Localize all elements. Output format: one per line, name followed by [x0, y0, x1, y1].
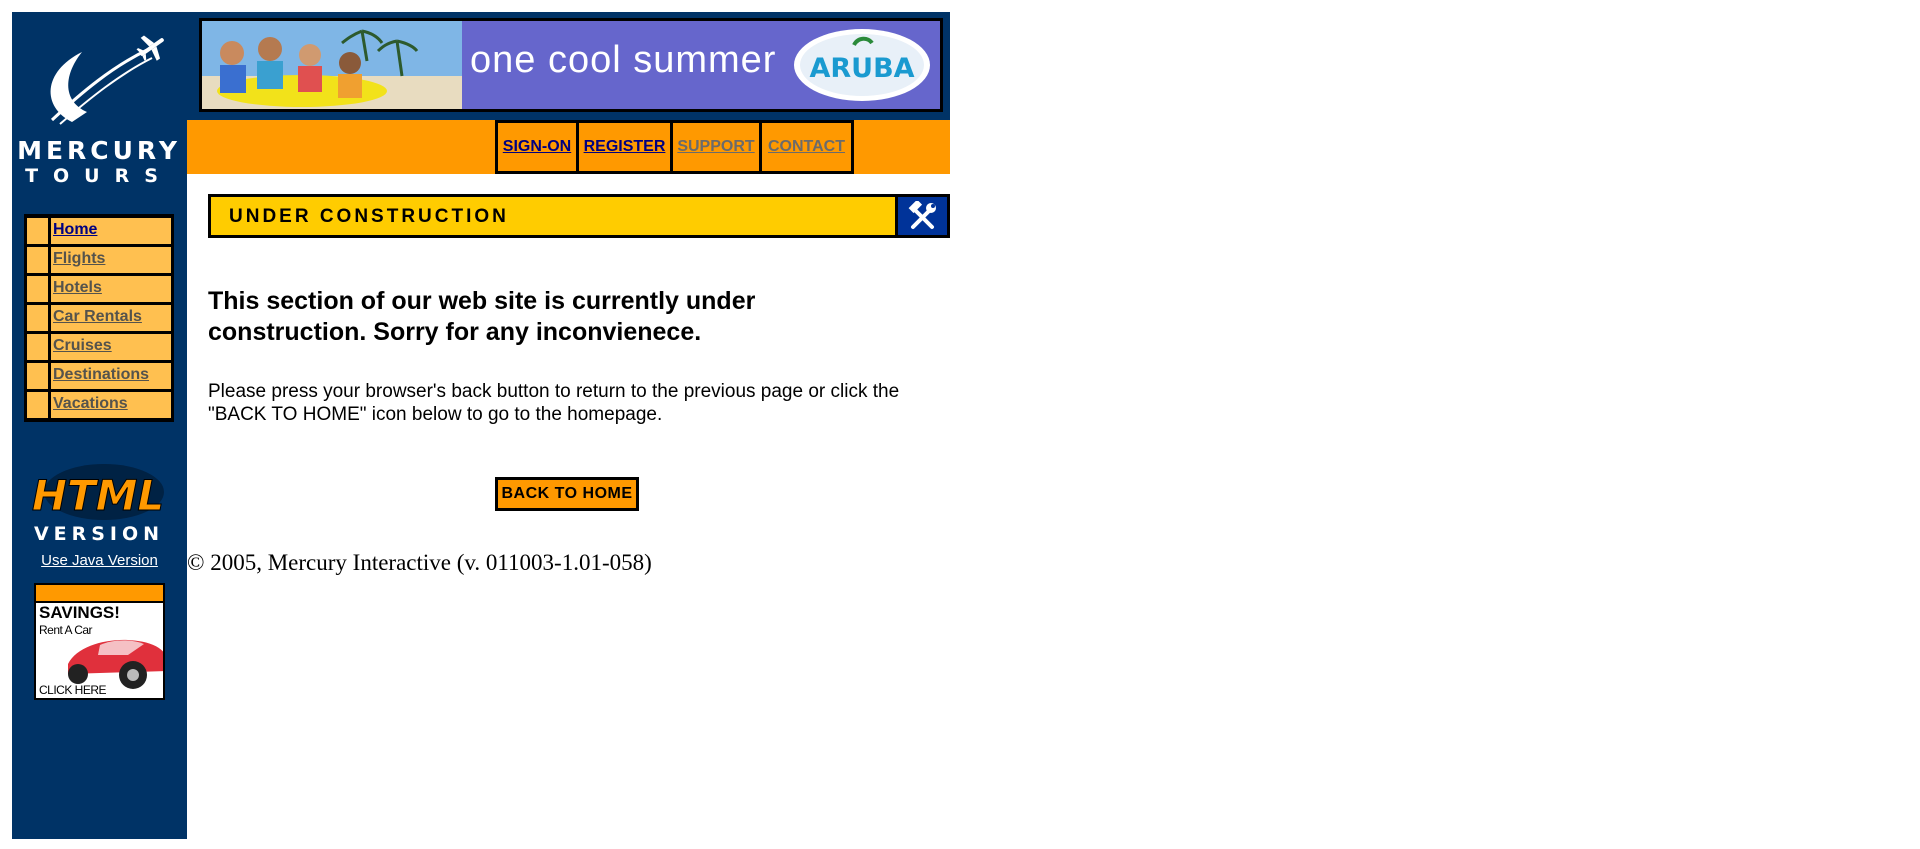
banner-tagline: one cool summer: [470, 39, 777, 81]
logo-line1: MERCURY: [17, 136, 181, 165]
aruba-logo-text: ARUBA: [809, 53, 914, 84]
side-nav-link-car-rentals[interactable]: Car Rentals: [53, 308, 142, 325]
side-nav-row: Vacations: [27, 392, 171, 418]
side-nav-cell: Car Rentals: [51, 305, 171, 331]
side-nav-row: Cruises: [27, 334, 171, 360]
savings-ad-cta: CLICK HERE: [39, 683, 107, 697]
html-version-line2: VERSION: [34, 523, 164, 544]
top-nav-link-register[interactable]: REGISTER: [584, 138, 666, 156]
side-nav-bullet: [27, 334, 48, 360]
side-nav-bullet: [27, 305, 48, 331]
top-nav-cell: REGISTER: [579, 123, 670, 171]
side-nav-cell: Destinations: [51, 363, 171, 389]
savings-ad-body: SAVINGS! Rent A Car CLICK HERE: [36, 603, 163, 698]
top-nav-link-support[interactable]: SUPPORT: [677, 138, 754, 156]
top-nav-cell: SIGN-ON: [498, 123, 576, 171]
instructions-text: Please press your browser's back button …: [208, 381, 900, 425]
side-nav-link-hotels[interactable]: Hotels: [53, 279, 102, 296]
top-nav-cell: CONTACT: [762, 123, 851, 171]
logo-line2: TOURS: [25, 165, 173, 187]
banner-photo: [202, 21, 462, 109]
side-nav-bullet: [27, 363, 48, 389]
top-nav-cell: SUPPORT: [673, 123, 759, 171]
side-nav-link-home[interactable]: Home: [53, 221, 97, 238]
html-version-line1: HTML: [32, 471, 164, 520]
side-nav-link-flights[interactable]: Flights: [53, 250, 105, 267]
side-nav-cell: Vacations: [51, 392, 171, 418]
savings-ad-subtitle: Rent A Car: [39, 623, 93, 637]
left-sidebar: MERCURY TOURS Home Flights Hotels Car Renta…: [12, 12, 187, 839]
side-nav-link-cruises[interactable]: Cruises: [53, 337, 112, 354]
side-nav-link-destinations[interactable]: Destinations: [53, 366, 149, 383]
side-nav-row: Car Rentals: [27, 305, 171, 331]
savings-ad-top-bar: [36, 585, 163, 601]
aruba-logo: ARUBA: [794, 29, 930, 101]
side-nav-cell: Home: [51, 218, 171, 244]
mercury-tours-logo[interactable]: MERCURY TOURS: [12, 12, 187, 192]
back-to-home-label: BACK TO HOME: [498, 480, 636, 508]
side-nav-bullet: [27, 392, 48, 418]
airplane-icon: [136, 35, 164, 61]
top-nav-bar: SIGN-ON REGISTER SUPPORT CONTACT: [187, 120, 950, 174]
side-nav-cell: Flights: [51, 247, 171, 273]
under-construction-title: UNDER CONSTRUCTION: [229, 206, 509, 227]
html-version-badge: HTML VERSION: [31, 452, 167, 545]
side-nav-row: Flights: [27, 247, 171, 273]
under-construction-title-box: UNDER CONSTRUCTION: [211, 197, 895, 235]
banner-inner: one cool summer ARUBA: [202, 21, 940, 109]
side-nav-bullet: [27, 218, 48, 244]
use-java-version-link[interactable]: Use Java Version: [12, 552, 187, 569]
side-nav: Home Flights Hotels Car Rentals Cruises Desti…: [24, 214, 174, 422]
savings-rent-a-car-ad[interactable]: SAVINGS! Rent A Car CLICK HERE: [34, 583, 165, 700]
side-nav-row: Home: [27, 218, 171, 244]
top-nav-link-sign-on[interactable]: SIGN-ON: [503, 138, 571, 156]
construction-message: This section of our web site is currentl…: [208, 287, 756, 346]
aruba-banner-ad[interactable]: one cool summer ARUBA: [199, 18, 943, 112]
back-to-home-button[interactable]: BACK TO HOME: [495, 477, 639, 511]
side-nav-link-vacations[interactable]: Vacations: [53, 395, 128, 412]
savings-ad-title: SAVINGS!: [39, 603, 120, 622]
side-nav-row: Hotels: [27, 276, 171, 302]
side-nav-cell: Hotels: [51, 276, 171, 302]
copyright-footer: © 2005, Mercury Interactive (v. 011003-1…: [187, 550, 652, 575]
top-nav-link-contact[interactable]: CONTACT: [768, 138, 845, 156]
side-nav-bullet: [27, 276, 48, 302]
under-construction-header: UNDER CONSTRUCTION: [208, 194, 950, 238]
side-nav-cell: Cruises: [51, 334, 171, 360]
top-nav: SIGN-ON REGISTER SUPPORT CONTACT: [495, 120, 854, 174]
page: MERCURY TOURS Home Flights Hotels Car Renta…: [12, 12, 950, 839]
side-nav-row: Destinations: [27, 363, 171, 389]
tools-icon: [898, 197, 947, 235]
side-nav-bullet: [27, 247, 48, 273]
